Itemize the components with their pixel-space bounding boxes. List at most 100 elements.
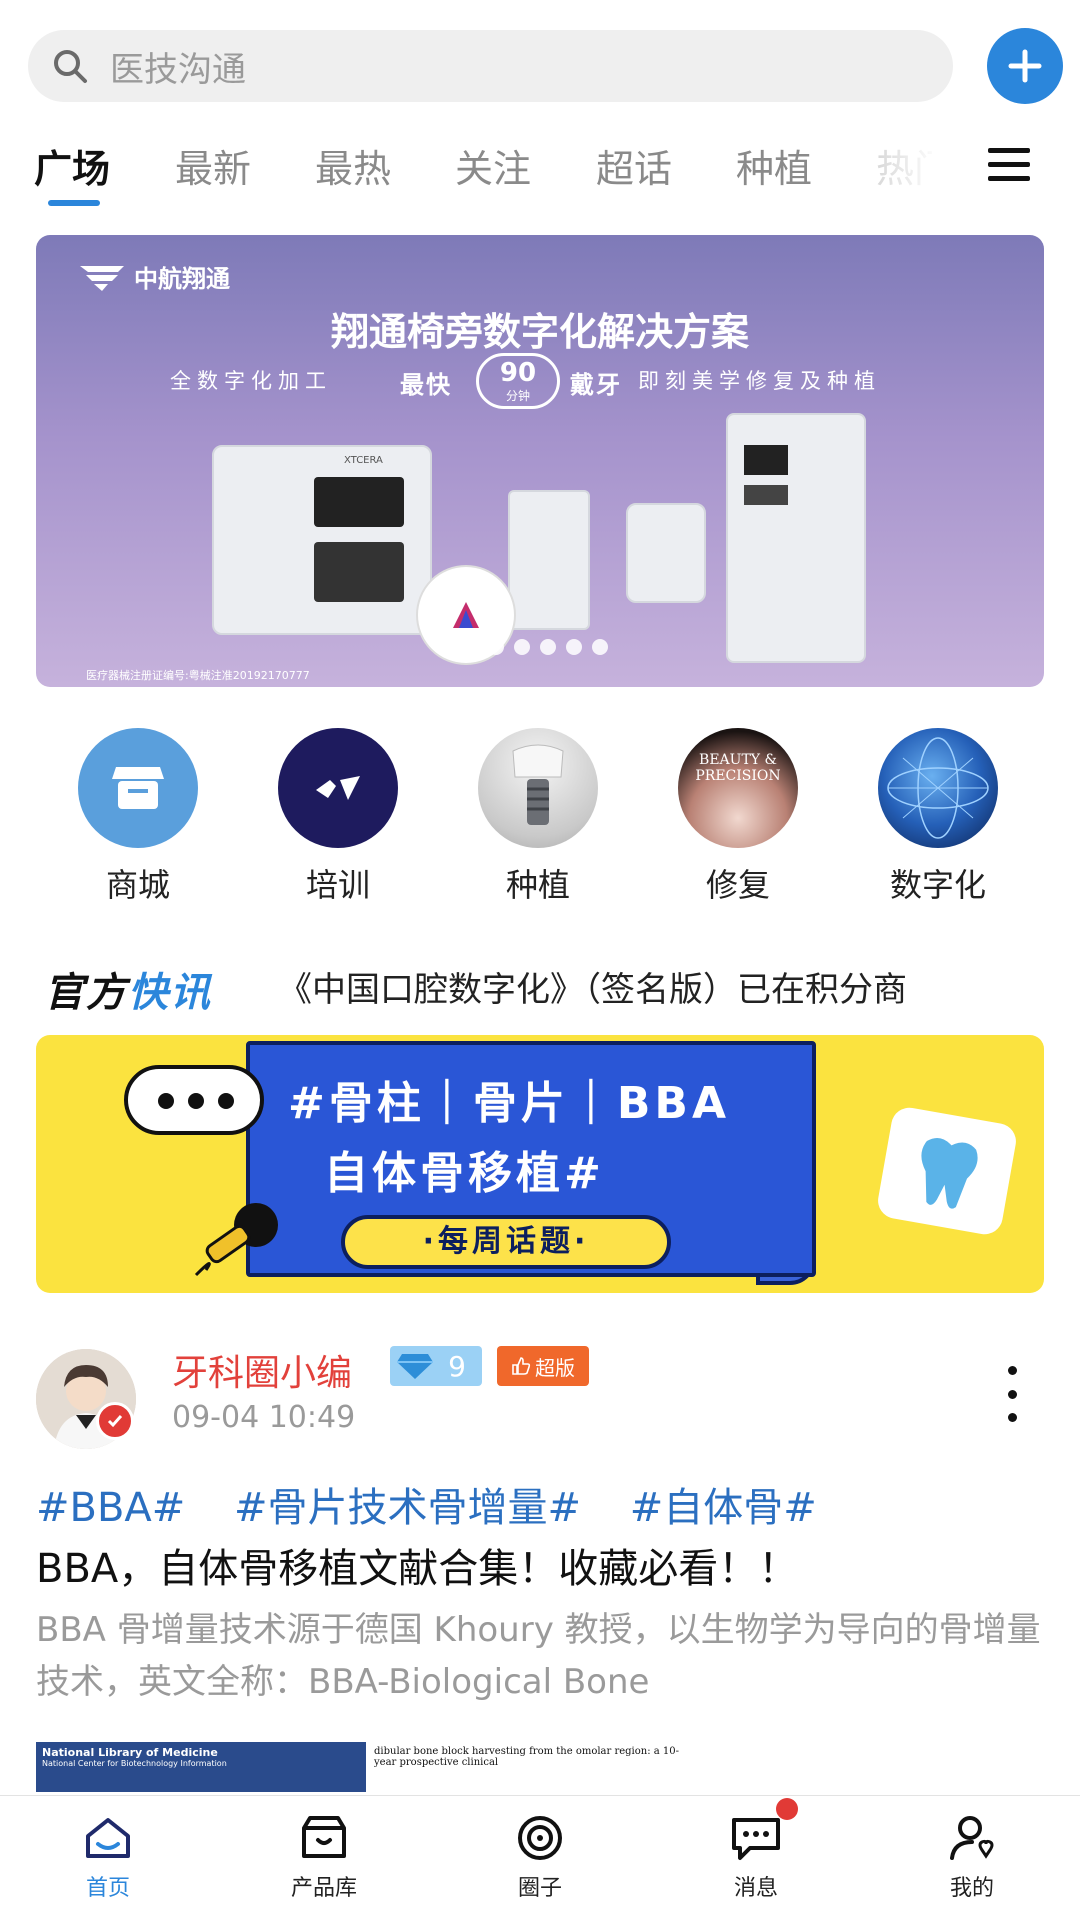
tooth-card-icon — [875, 1104, 1019, 1238]
nav-profile[interactable]: 我的 — [902, 1810, 1042, 1902]
carousel-dot[interactable] — [514, 639, 530, 655]
level-badge: 9 — [390, 1346, 482, 1386]
banner-90-badge: 90 分钟 — [476, 353, 560, 409]
bottom-navigation: 首页 产品库 圈子 消息 我的 — [0, 1795, 1080, 1920]
cabinet-machine-image — [726, 413, 866, 663]
category-label: 培训 — [305, 866, 370, 904]
tab-square[interactable]: 广场 — [34, 138, 110, 193]
carousel-dot[interactable] — [488, 639, 504, 655]
topic-line-2: 自体骨移植# — [324, 1148, 605, 1199]
carousel-dot[interactable] — [436, 639, 452, 655]
hashtag-link[interactable]: #骨片技术骨增量# — [234, 1485, 581, 1531]
tab-super-topic[interactable]: 超话 — [596, 138, 672, 193]
nav-label: 我的 — [949, 1876, 994, 1901]
topic-line-1: #骨柱｜骨片｜BBA — [288, 1078, 730, 1129]
thumbs-up-icon — [512, 1357, 531, 1375]
category-store[interactable]: 商城 — [68, 728, 208, 906]
news-ticker-text[interactable]: 《中国口腔数字化》（签名版）已在积分商 — [278, 962, 1018, 1011]
ai-star-logo-icon — [453, 602, 479, 628]
search-icon — [54, 50, 87, 83]
search-bar[interactable]: 医技沟通 — [28, 30, 953, 102]
post-title[interactable]: BBA，自体骨移植文献合集！收藏必看！！ — [36, 1536, 798, 1594]
circle-target-icon — [518, 1816, 562, 1860]
post-author-name[interactable]: 牙科圈小编 — [172, 1344, 352, 1396]
sintering-unit-image — [626, 503, 706, 603]
banner-90-unit: 分钟 — [505, 389, 530, 403]
nav-label: 产品库 — [290, 1876, 357, 1901]
message-icon — [732, 1818, 780, 1860]
training-flags-icon — [278, 728, 398, 848]
post-excerpt[interactable]: BBA 骨增量技术源于德国 Khoury 教授，以生物学为导向的骨增量技术，英文… — [36, 1604, 1046, 1708]
nav-messages[interactable]: 消息 — [686, 1810, 826, 1902]
diamond-icon — [397, 1354, 433, 1379]
store-icon — [78, 728, 198, 848]
microphone-icon — [194, 1203, 278, 1277]
carousel-dot[interactable] — [540, 639, 556, 655]
add-post-button[interactable] — [987, 28, 1063, 104]
nav-products[interactable]: 产品库 — [254, 1810, 394, 1902]
category-training[interactable]: 培训 — [268, 728, 408, 906]
product-store-icon — [302, 1816, 346, 1858]
banner-sub-fastest: 最快 — [400, 371, 452, 399]
brand-name: 中航翔通 — [134, 265, 230, 293]
promo-banner[interactable]: 中航翔通 翔通椅旁数字化解决方案 全数字化加工 最快 90 分钟 戴牙 即刻美学… — [36, 235, 1044, 687]
thumbnail-nlm: National Library of Medicine National Ce… — [36, 1742, 366, 1792]
banner-90-number: 90 — [499, 358, 537, 388]
topic-weekly-pill: ·每周话题· — [341, 1215, 671, 1269]
speech-bubble-icon — [124, 1065, 264, 1135]
moderator-label: 超版 — [535, 1355, 575, 1380]
category-restoration[interactable]: BEAUTY & PRECISION 修复 — [668, 728, 808, 906]
digital-globe-icon — [878, 728, 998, 848]
carousel-dot[interactable] — [566, 639, 582, 655]
category-digital[interactable]: 数字化 — [868, 728, 1008, 906]
nav-label: 圈子 — [517, 1876, 562, 1901]
post-hashtags: #BBA# #骨片技术骨增量# #自体骨# — [36, 1475, 853, 1533]
post-timestamp: 09-04 10:49 — [172, 1400, 356, 1435]
nav-label: 首页 — [85, 1876, 130, 1901]
brand-logo: 中航翔通 — [78, 259, 230, 294]
verified-badge-icon — [96, 1402, 134, 1440]
news-logo-flash: 快讯 — [128, 970, 212, 1016]
nav-home[interactable]: 首页 — [38, 1810, 178, 1902]
active-tab-indicator — [48, 200, 100, 206]
menu-icon[interactable] — [986, 142, 1032, 188]
message-unread-badge — [776, 1798, 798, 1820]
post-thumbnail[interactable]: National Library of Medicine National Ce… — [36, 1742, 702, 1792]
category-label: 商城 — [105, 866, 170, 904]
hashtag-link[interactable]: #自体骨# — [630, 1485, 817, 1531]
carousel-dot[interactable] — [592, 639, 608, 655]
tab-hottest[interactable]: 最热 — [315, 138, 391, 193]
category-implant[interactable]: 种植 — [468, 728, 608, 906]
banner-sub-left: 全数字化加工 — [170, 369, 332, 393]
furnace-image — [508, 490, 590, 630]
tab-following[interactable]: 关注 — [455, 138, 531, 193]
carousel-dot[interactable] — [462, 639, 478, 655]
search-placeholder: 医技沟通 — [110, 49, 246, 90]
level-number: 9 — [448, 1349, 466, 1383]
category-label: 数字化 — [889, 866, 986, 904]
nav-circle[interactable]: 圈子 — [470, 1810, 610, 1902]
tabs-fade — [860, 128, 960, 208]
banner-sub-right: 即刻美学修复及种植 — [638, 369, 881, 393]
news-logo-official: 官方 — [44, 970, 128, 1016]
brand-wing-icon — [80, 265, 124, 291]
category-tabs: 广场 最新 最热 关注 超话 种植 热门 — [0, 128, 1080, 208]
hashtag-link[interactable]: #BBA# — [36, 1485, 185, 1531]
home-icon — [86, 1818, 130, 1858]
restoration-overlay-text: BEAUTY & PRECISION — [695, 752, 781, 784]
tab-latest[interactable]: 最新 — [175, 138, 251, 193]
nav-label: 消息 — [733, 1876, 778, 1901]
weekly-topic-banner[interactable]: #骨柱｜骨片｜BBA 自体骨移植# ·每周话题· — [36, 1035, 1044, 1293]
thumbnail-article: dibular bone block harvesting from the o… — [368, 1742, 702, 1792]
implant-icon — [478, 728, 598, 848]
banner-title: 翔通椅旁数字化解决方案 — [330, 309, 749, 354]
more-options-icon[interactable] — [996, 1366, 1028, 1422]
official-news-logo: 官方快讯 — [44, 960, 212, 1018]
banner-certificate: 医疗器械注册证编号:粤械注准20192170777 — [86, 669, 310, 682]
tab-implant[interactable]: 种植 — [736, 138, 812, 193]
category-label: 修复 — [705, 866, 770, 904]
plus-icon — [1008, 49, 1042, 83]
milling-machine-image: XTCERA — [212, 445, 432, 635]
category-label: 种植 — [505, 866, 570, 904]
carousel-indicators — [436, 639, 608, 655]
